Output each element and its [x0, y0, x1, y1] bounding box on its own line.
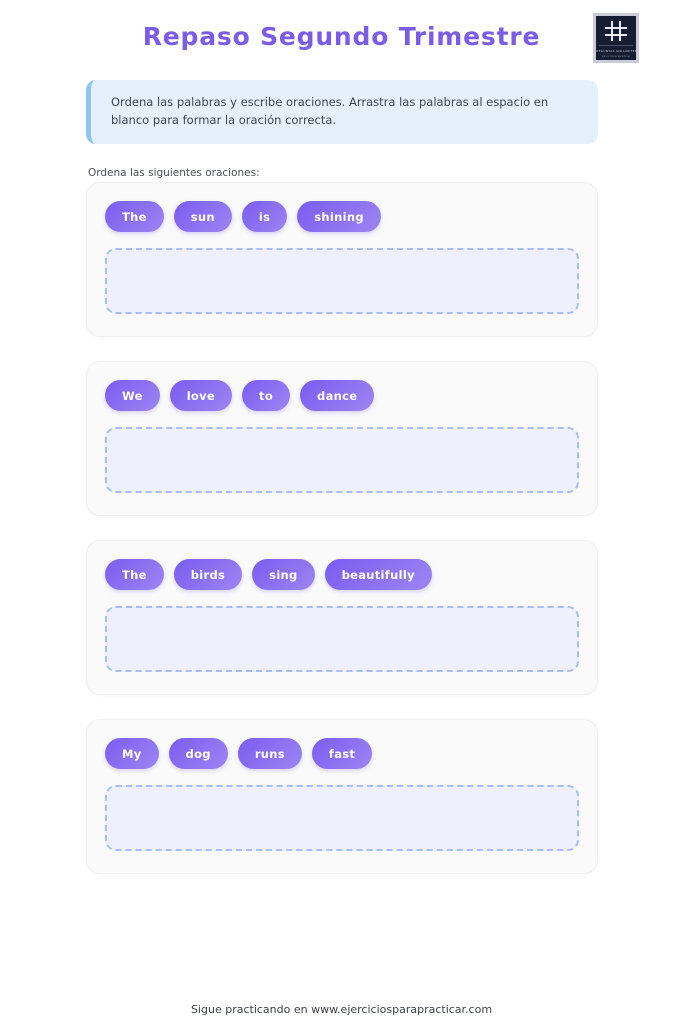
hash-grid-icon: [605, 21, 627, 41]
word-pill[interactable]: We: [105, 380, 160, 411]
page-title: Repaso Segundo Trimestre: [142, 22, 541, 51]
logo-tagline-secondary: ejerciciosparapracticar: [601, 55, 631, 58]
word-pill[interactable]: The: [105, 559, 164, 590]
word-pill[interactable]: shining: [297, 201, 381, 232]
exercise-card: My dog runs fast: [86, 719, 598, 874]
footer: Sigue practicando en www.ejerciciosparap…: [0, 1003, 683, 1016]
exercise-card: The sun is shining: [86, 182, 598, 337]
word-pill[interactable]: runs: [237, 738, 302, 769]
word-pill[interactable]: sun: [173, 201, 232, 232]
word-pill[interactable]: beautifully: [324, 559, 432, 590]
logo-tagline-primary: PREGUNTAS SIN LIMITES: [594, 49, 638, 53]
word-pill[interactable]: The: [105, 201, 164, 232]
word-pill[interactable]: birds: [173, 559, 243, 590]
answer-drop-zone[interactable]: [105, 248, 579, 314]
word-pill[interactable]: My: [105, 738, 159, 769]
answer-drop-zone[interactable]: [105, 606, 579, 672]
word-bank: My dog runs fast: [105, 738, 579, 769]
exercise-card: We love to dance: [86, 361, 598, 516]
answer-drop-zone[interactable]: [105, 427, 579, 493]
word-pill[interactable]: love: [169, 380, 233, 411]
word-pill[interactable]: to: [242, 380, 291, 411]
word-bank: The sun is shining: [105, 201, 579, 232]
brand-logo: PREGUNTAS SIN LIMITES ejerciciosparaprac…: [593, 13, 639, 63]
exercise-list: The sun is shining We love to dance The birds sing…: [86, 182, 598, 898]
exercise-card: The birds sing beautifully: [86, 540, 598, 695]
section-label: Ordena las siguientes oraciones:: [88, 167, 260, 179]
word-bank: The birds sing beautifully: [105, 559, 579, 590]
word-bank: We love to dance: [105, 380, 579, 411]
word-pill[interactable]: is: [241, 201, 288, 232]
word-pill[interactable]: dance: [300, 380, 375, 411]
word-pill[interactable]: fast: [311, 738, 373, 769]
logo-divider: [599, 45, 633, 46]
answer-drop-zone[interactable]: [105, 785, 579, 851]
word-pill[interactable]: dog: [168, 738, 228, 769]
page-header: Repaso Segundo Trimestre PREGUNTAS SIN L…: [0, 0, 683, 72]
instructions-text: Ordena las palabras y escribe oraciones.…: [111, 95, 549, 127]
footer-text: Sigue practicando en www.ejerciciosparap…: [190, 1003, 493, 1016]
instructions-callout: Ordena las palabras y escribe oraciones.…: [86, 80, 598, 144]
word-pill[interactable]: sing: [252, 559, 315, 590]
